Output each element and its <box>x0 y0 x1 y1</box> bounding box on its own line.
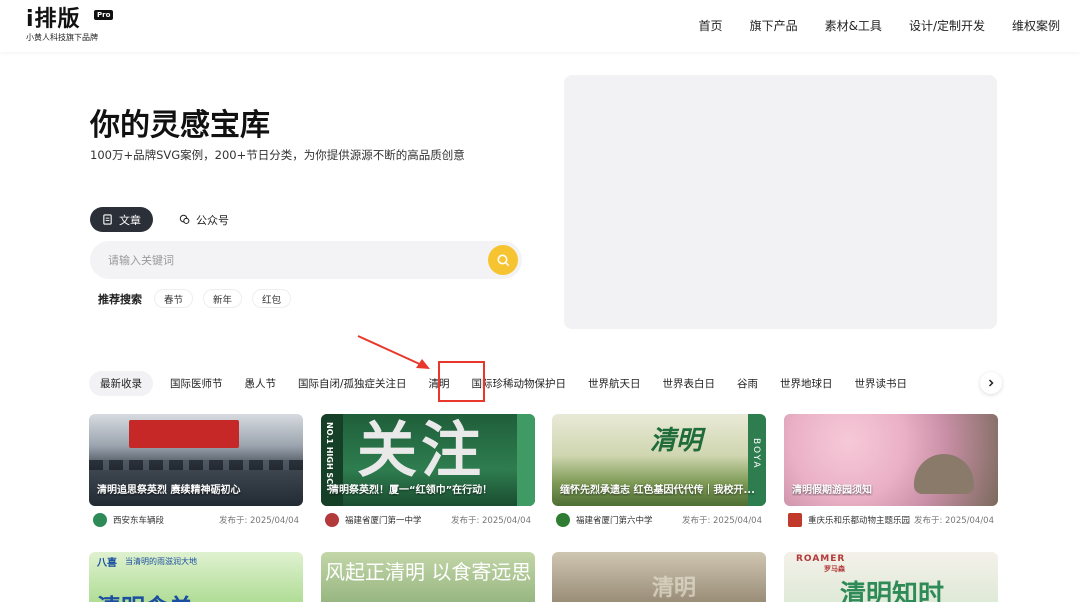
recommended-searches: 推荐搜索 春节 新年 红包 <box>98 289 292 308</box>
card-title: 清明假期游园须知 <box>792 485 872 496</box>
card-tagline: 当清明的雨滋润大地 <box>125 557 197 566</box>
card-author[interactable]: 西安东车辆段 <box>113 514 219 526</box>
hot-tag-red-packet[interactable]: 红包 <box>252 289 292 308</box>
pro-badge: Pro <box>94 10 114 20</box>
author-avatar <box>325 513 339 527</box>
search-bar <box>90 241 522 279</box>
card-title: 清明追思祭英烈 赓续精神砺初心 <box>97 485 241 496</box>
card-side-text: BOYA <box>751 438 761 470</box>
card-title: 清明祭英烈！厦一“红领巾”在行动！ <box>329 485 493 496</box>
category-tabs: 最新收录 国际医师节 愚人节 国际自闭/孤独症关注日 清明 国际珍稀动物保护日 … <box>89 371 918 396</box>
card-thumbnail: 清明追思祭英烈 赓续精神砺初心 <box>89 414 303 506</box>
card-overlay-text: 清明 <box>652 576 697 601</box>
card-overlay-text: 清明食单 <box>97 588 193 602</box>
card-meta: 福建省厦门第六中学 发布于: 2025/04/04 <box>552 507 766 533</box>
nav-design-custom[interactable]: 设计/定制开发 <box>909 17 985 34</box>
author-avatar <box>556 513 570 527</box>
tab-articles[interactable]: 文章 <box>90 207 153 232</box>
tab-latest[interactable]: 最新收录 <box>89 371 153 396</box>
recommended-searches-label: 推荐搜索 <box>98 292 142 306</box>
tab-space-day[interactable]: 世界航天日 <box>577 371 652 396</box>
top-header: i排版 Pro 小黄人科技旗下品牌 首页 旗下产品 素材&工具 设计/定制开发 … <box>0 0 1080 52</box>
article-card[interactable]: 清明 <box>552 552 766 602</box>
tab-official-accounts[interactable]: 公众号 <box>167 207 241 232</box>
card-date: 发布于: 2025/04/04 <box>450 516 531 526</box>
logo-subtitle: 小黄人科技旗下品牌 <box>26 33 98 42</box>
article-card[interactable]: 风起正清明 以食寄远思 <box>321 552 535 602</box>
card-brand: ROAMER <box>796 554 846 564</box>
article-card[interactable]: 清明追思祭英烈 赓续精神砺初心 西安东车辆段 发布于: 2025/04/04 <box>89 414 303 533</box>
wechat-icon <box>179 214 190 224</box>
logo-text: i排版 <box>26 7 81 32</box>
card-author[interactable]: 福建省厦门第一中学 <box>345 514 451 526</box>
article-card[interactable]: NO.1 HIGH SCH 关注 清明祭英烈！厦一“红领巾”在行动！ 福建省厦门… <box>321 414 535 533</box>
red-arrow-annotation <box>357 335 430 369</box>
card-meta: 重庆乐和乐都动物主题乐园 发布于: 2025/04/04 <box>784 507 998 533</box>
search-icon <box>497 254 509 266</box>
article-card[interactable]: 清明 BOYA 缅怀先烈承遗志 红色基因代代传｜我校开... 福建省厦门第六中学… <box>552 414 766 533</box>
card-date: 发布于: 2025/04/04 <box>218 516 299 526</box>
card-author[interactable]: 重庆乐和乐都动物主题乐园 <box>808 514 914 526</box>
card-date: 发布于: 2025/04/04 <box>681 516 762 526</box>
hot-tag-new-year[interactable]: 新年 <box>203 289 243 308</box>
nav-rights-cases[interactable]: 维权案例 <box>1012 17 1060 34</box>
card-overlay-text: 关注 <box>357 416 485 486</box>
card-brand-sub: 罗马森 <box>824 565 845 573</box>
card-meta: 福建省厦门第一中学 发布于: 2025/04/04 <box>321 507 535 533</box>
card-date: 发布于: 2025/04/04 <box>913 516 994 526</box>
hero-subtitle: 100万+品牌SVG案例，200+节日分类，为你提供源源不断的高品质创意 <box>90 148 465 162</box>
tab-autism-day[interactable]: 国际自闭/孤独症关注日 <box>287 371 418 396</box>
article-card[interactable]: 清明假期游园须知 重庆乐和乐都动物主题乐园 发布于: 2025/04/04 <box>784 414 998 533</box>
author-avatar <box>788 513 802 527</box>
main-nav: 首页 旗下产品 素材&工具 设计/定制开发 维权案例 <box>699 17 1060 34</box>
author-avatar <box>93 513 107 527</box>
card-thumbnail: 清明 BOYA 缅怀先烈承遗志 红色基因代代传｜我校开... <box>552 414 766 506</box>
card-author[interactable]: 福建省厦门第六中学 <box>576 514 682 526</box>
hero-banner-placeholder[interactable] <box>564 75 997 329</box>
nav-materials-tools[interactable]: 素材&工具 <box>825 17 882 34</box>
tab-earth-day[interactable]: 世界地球日 <box>769 371 844 396</box>
search-mode-tabs: 文章 公众号 <box>90 207 241 232</box>
card-overlay-text: 清明 <box>650 426 703 456</box>
logo[interactable]: i排版 Pro 小黄人科技旗下品牌 <box>26 7 114 43</box>
tab-doctors-day[interactable]: 国际医师节 <box>159 371 234 396</box>
tab-grain-rain[interactable]: 谷雨 <box>726 371 769 396</box>
red-highlight-box <box>438 361 485 402</box>
nav-products[interactable]: 旗下产品 <box>750 17 798 34</box>
tab-articles-label: 文章 <box>119 213 141 227</box>
hero-title: 你的灵感宝库 <box>90 108 270 143</box>
tab-april-fools[interactable]: 愚人节 <box>234 371 288 396</box>
card-title: 缅怀先烈承遗志 红色基因代代传｜我校开... <box>560 485 755 496</box>
category-next-button[interactable] <box>980 372 1002 394</box>
card-thumbnail: NO.1 HIGH SCH 关注 清明祭英烈！厦一“红领巾”在行动！ <box>321 414 535 506</box>
card-overlay-text: 风起正清明 以食寄远思 <box>325 560 532 584</box>
tab-confession-day[interactable]: 世界表白日 <box>652 371 727 396</box>
article-card[interactable]: ROAMER 罗马森 清明知时 <box>784 552 998 602</box>
search-button[interactable] <box>488 245 518 275</box>
search-input[interactable] <box>108 241 478 279</box>
chevron-right-icon <box>988 379 994 387</box>
document-icon <box>103 214 112 225</box>
card-meta: 西安东车辆段 发布于: 2025/04/04 <box>89 507 303 533</box>
hot-tag-spring-festival[interactable]: 春节 <box>154 289 194 308</box>
tab-official-accounts-label: 公众号 <box>196 213 229 227</box>
nav-home[interactable]: 首页 <box>699 17 723 34</box>
card-overlay-text: 清明知时 <box>840 580 945 602</box>
article-card[interactable]: 八喜 当清明的雨滋润大地 清明食单 <box>89 552 303 602</box>
card-brand: 八喜 <box>97 558 117 569</box>
card-thumbnail: 清明假期游园须知 <box>784 414 998 506</box>
tab-reading-day[interactable]: 世界读书日 <box>844 371 919 396</box>
